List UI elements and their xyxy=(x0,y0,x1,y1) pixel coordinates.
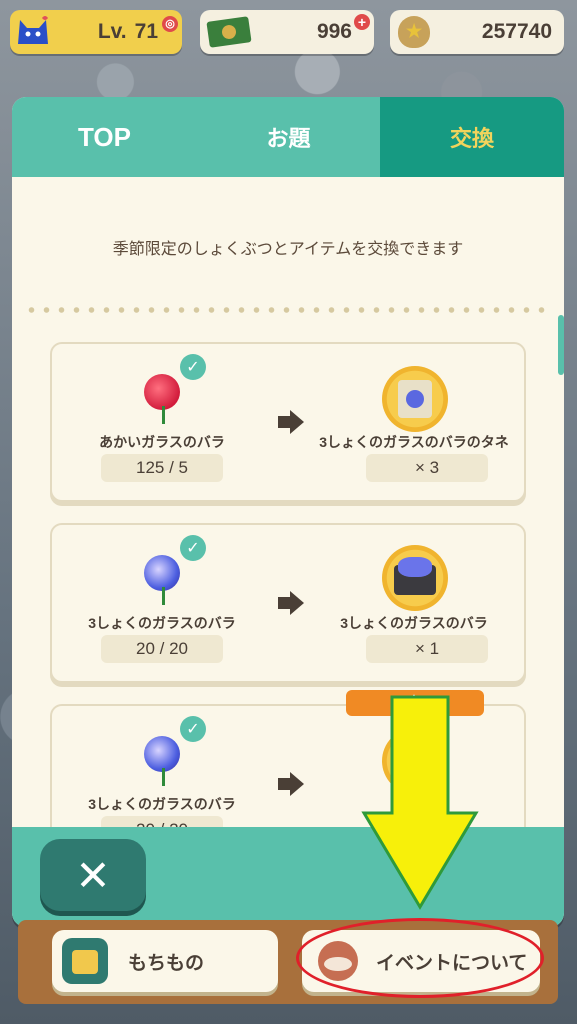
scrollbar[interactable] xyxy=(558,315,564,375)
ticket-pill[interactable]: 996 + xyxy=(200,10,374,54)
level-label: Lv. xyxy=(97,20,127,43)
item-name: 3しょくのガラスのバラ xyxy=(88,796,236,812)
level-value: 71 xyxy=(134,20,158,43)
exchange-card[interactable]: ✓ あかいガラスのバラ 125 / 5 3しょくのガラスのバラのタネ × 3 xyxy=(50,342,526,502)
seed-bag-icon xyxy=(398,380,432,418)
tab-bar: TOP お題 交換 xyxy=(12,97,564,177)
level-pill[interactable]: Lv. 71 ◎ xyxy=(10,10,182,54)
inventory-button[interactable]: もちもの xyxy=(52,930,278,992)
check-icon: ✓ xyxy=(180,535,206,561)
item-name: 3しょくのガラスのバラ xyxy=(88,615,236,631)
item-count: 125 / 5 xyxy=(101,454,223,482)
check-icon: ✓ xyxy=(180,716,206,742)
event-exchange-modal: TOP お題 交換 季節限定のしょくぶつとアイテムを交換できます ✓ あかいガラ… xyxy=(12,97,564,927)
reward-quantity: × 1 xyxy=(366,635,488,663)
reward-name: 3しょくのガラスのバラのタネ xyxy=(319,434,509,450)
close-button[interactable]: ✕ xyxy=(40,839,146,911)
exchange-arrow-icon xyxy=(278,591,304,615)
reward-badge xyxy=(382,366,448,432)
tricolor-glass-rose-icon xyxy=(144,555,184,605)
exchange-arrow-icon xyxy=(278,772,304,796)
tab-exchange[interactable]: 交換 xyxy=(380,97,564,177)
dotted-divider xyxy=(24,307,552,313)
tricolor-glass-rose-icon xyxy=(144,736,184,786)
leaf-ticket-icon xyxy=(206,16,252,48)
level-info-icon[interactable]: ◎ xyxy=(162,16,178,32)
annotation-arrow xyxy=(361,695,479,910)
exchange-arrow-icon xyxy=(278,410,304,434)
bell-count: 257740 xyxy=(481,20,552,43)
add-ticket-icon[interactable]: + xyxy=(354,14,370,30)
exchange-card[interactable]: ✓ 3しょくのガラスのバラ 20 / 20 3しょくのガラスのバラ × 1 xyxy=(50,523,526,683)
tab-challenges[interactable]: お題 xyxy=(197,97,380,177)
reward-name: 3しょくのガラスのバラ xyxy=(340,615,488,631)
tab-top[interactable]: TOP xyxy=(12,97,197,177)
check-icon: ✓ xyxy=(180,354,206,380)
annotation-circle xyxy=(296,918,544,998)
reward-badge xyxy=(382,545,448,611)
bells-pill: 257740 xyxy=(390,10,564,54)
status-bar: Lv. 71 ◎ 996 + 257740 xyxy=(10,10,567,56)
item-count: 20 / 20 xyxy=(101,635,223,663)
bell-bag-icon xyxy=(398,16,430,48)
modal-footer: ✕ xyxy=(12,827,564,927)
exchange-description: 季節限定のしょくぶつとアイテムを交換できます xyxy=(112,239,464,258)
inventory-label: もちもの xyxy=(128,952,205,974)
reward-quantity: × 3 xyxy=(366,454,488,482)
red-glass-rose-icon xyxy=(144,374,184,424)
backpack-icon xyxy=(62,938,108,984)
flower-box-icon xyxy=(394,557,436,595)
ticket-count: 996 xyxy=(316,20,352,43)
item-name: あかいガラスのバラ xyxy=(99,434,225,450)
player-avatar-icon xyxy=(18,16,48,44)
